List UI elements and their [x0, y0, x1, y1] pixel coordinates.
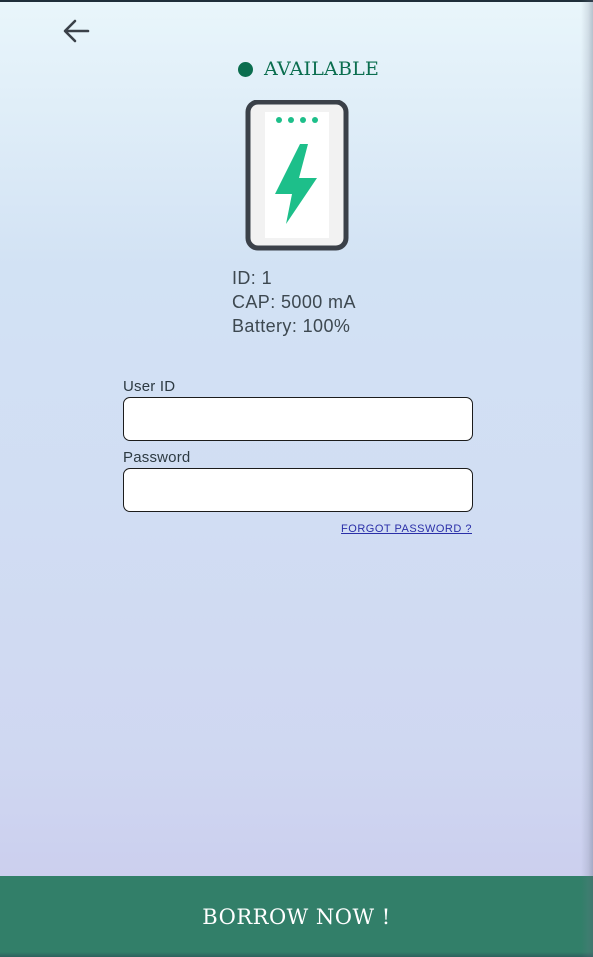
forgot-password-link[interactable]: FORGOT PASSWORD ? — [341, 523, 472, 535]
device-id: ID: 1 — [232, 268, 273, 288]
device-capacity: CAP: 5000 mA — [232, 292, 356, 312]
bottom-edge-shadow — [0, 952, 593, 957]
device-info: ID: 1 CAP: 5000 mA Battery: 100% — [232, 266, 356, 338]
password-input[interactable] — [123, 468, 473, 512]
login-form: User ID Password — [123, 378, 473, 512]
back-button[interactable] — [58, 14, 94, 48]
password-label: Password — [123, 449, 191, 466]
device-battery: Battery: 100% — [232, 316, 351, 336]
status-label: AVAILABLE — [264, 58, 380, 80]
top-edge-line — [0, 0, 593, 2]
borrow-now-button[interactable]: BORROW NOW ! — [0, 876, 593, 957]
status-dot-icon — [238, 61, 253, 77]
availability-status: AVAILABLE — [238, 58, 379, 80]
power-bank-icon — [245, 100, 349, 251]
right-edge-shadow — [581, 0, 593, 957]
arrow-left-icon — [63, 19, 90, 43]
borrow-now-label: BORROW NOW ! — [202, 904, 391, 929]
user-id-label: User ID — [123, 378, 176, 395]
user-id-input[interactable] — [123, 397, 473, 441]
